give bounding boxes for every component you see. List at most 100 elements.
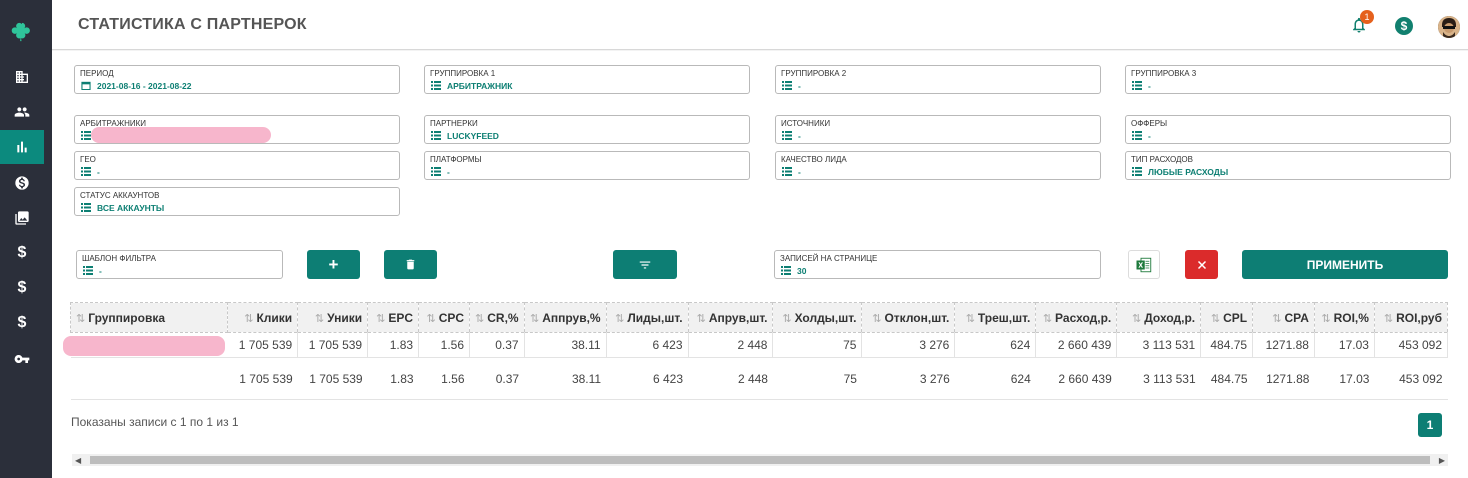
- sort-icon: ⇅: [76, 312, 86, 325]
- table-cell: 0.37: [469, 332, 525, 358]
- offers-field[interactable]: ОФФЕРЫ -: [1125, 115, 1451, 144]
- period-value: 2021-08-16 - 2021-08-22: [97, 81, 192, 91]
- balance-dollar-icon[interactable]: $: [1395, 17, 1413, 35]
- account-status-label: СТАТУС АККАУНТОВ: [80, 191, 160, 200]
- filter-template-label: ШАБЛОН ФИЛЬТРА: [82, 254, 156, 263]
- key-icon[interactable]: [0, 342, 44, 376]
- geo-field[interactable]: ГЕО -: [74, 151, 400, 180]
- expense-type-field[interactable]: ТИП РАСХОДОВ ЛЮБЫЕ РАСХОДЫ: [1125, 151, 1451, 180]
- scroll-left-icon[interactable]: ◀: [75, 456, 81, 465]
- partners-field[interactable]: ПАРТНЕРКИ LUCKYFEED: [424, 115, 750, 144]
- group3-field[interactable]: ГРУППИРОВКА 3 -: [1125, 65, 1451, 94]
- group2-field[interactable]: ГРУППИРОВКА 2 -: [775, 65, 1101, 94]
- column-header[interactable]: ⇅ Аппрув,%: [523, 302, 607, 333]
- table-cell: 17.03: [1314, 332, 1375, 358]
- stats-table: ⇅ Группировка ⇅ Клики ⇅ Уники ⇅ EPC ⇅ CPC ⇅ CR…: [62, 302, 1449, 400]
- users-icon[interactable]: [0, 95, 44, 129]
- filter-template-field[interactable]: ШАБЛОН ФИЛЬТРА -: [76, 250, 283, 279]
- sort-icon: ⇅: [965, 312, 975, 325]
- list-icon: [81, 167, 91, 176]
- records-per-page-field[interactable]: ЗАПИСЕЙ НА СТРАНИЦЕ 30: [774, 250, 1101, 279]
- column-header[interactable]: ⇅ Уники: [297, 302, 369, 333]
- table-cell: 1 705 539: [227, 357, 298, 400]
- account-status-field[interactable]: СТАТУС АККАУНТОВ ВСЕ АККАУНТЫ: [74, 187, 400, 216]
- apply-button[interactable]: ПРИМЕНИТЬ: [1242, 250, 1448, 279]
- table-cell: 1 705 539: [227, 332, 299, 358]
- table-row: 1 705 539 1 705 539 1.83 1.56 0.37 38.11…: [62, 332, 1449, 358]
- trash-icon: [406, 259, 415, 270]
- close-icon: [1197, 260, 1206, 269]
- sort-icon: ⇅: [1272, 312, 1282, 325]
- avatar[interactable]: [1438, 16, 1460, 38]
- sort-icon: ⇅: [1321, 312, 1331, 325]
- dollar-icon[interactable]: $: [0, 236, 44, 270]
- dollar-circle-icon[interactable]: [0, 166, 44, 200]
- column-header[interactable]: ⇅ ROI,%: [1313, 302, 1375, 333]
- records-per-page-label: ЗАПИСЕЙ НА СТРАНИЦЕ: [780, 254, 878, 263]
- horizontal-scrollbar[interactable]: ◀ ▶: [72, 454, 1448, 466]
- column-header[interactable]: ⇅ EPC: [367, 302, 420, 333]
- column-header[interactable]: ⇅ ROI,руб: [1373, 302, 1449, 333]
- partners-value: LUCKYFEED: [447, 131, 499, 141]
- column-header[interactable]: ⇅ Холды,шт.: [772, 302, 863, 333]
- list-icon: [1132, 81, 1142, 90]
- column-header[interactable]: ⇅ CPC: [418, 302, 471, 333]
- column-header[interactable]: ⇅ Лиды,шт.: [605, 302, 689, 333]
- page-button-1[interactable]: 1: [1418, 413, 1442, 437]
- table-cell: 1.83: [367, 357, 419, 400]
- list-icon: [782, 131, 792, 140]
- add-template-button[interactable]: +: [307, 250, 360, 279]
- column-header[interactable]: ⇅ CPL: [1200, 302, 1254, 333]
- group1-value: АРБИТРАЖНИК: [447, 81, 513, 91]
- filter-toggle-button[interactable]: [613, 250, 677, 279]
- building-icon[interactable]: [0, 60, 44, 94]
- column-header[interactable]: ⇅ Треш,шт.: [954, 302, 1037, 333]
- gallery-icon[interactable]: [0, 201, 44, 235]
- partners-label: ПАРТНЕРКИ: [430, 119, 478, 128]
- page-title: СТАТИСТИКА С ПАРТНЕРОК: [78, 16, 307, 33]
- clover-logo-icon[interactable]: [0, 14, 44, 50]
- sources-value: -: [798, 131, 801, 141]
- platforms-field[interactable]: ПЛАТФОРМЫ -: [424, 151, 750, 180]
- group2-value: -: [798, 81, 801, 91]
- filter-icon: [639, 261, 651, 268]
- column-header[interactable]: ⇅ Группировка: [69, 302, 229, 333]
- table-cell: 453 092: [1374, 332, 1449, 358]
- column-header[interactable]: ⇅ Отклон,шт.: [861, 302, 956, 333]
- excel-icon: [1136, 257, 1152, 272]
- geo-value: -: [97, 167, 100, 177]
- sort-icon: ⇅: [1132, 312, 1142, 325]
- main-content: ПЕРИОД 2021-08-16 - 2021-08-22 ГРУППИРОВ…: [52, 51, 1468, 478]
- sources-field[interactable]: ИСТОЧНИКИ -: [775, 115, 1101, 144]
- delete-template-button[interactable]: [384, 250, 437, 279]
- column-header[interactable]: ⇅ CPA: [1252, 302, 1315, 333]
- pagination-info: Показаны записи с 1 по 1 из 1: [71, 415, 239, 429]
- column-header[interactable]: ⇅ Клики: [227, 302, 299, 333]
- table-cell: 1.56: [418, 332, 471, 358]
- column-header[interactable]: ⇅ CR,%: [469, 302, 525, 333]
- column-header[interactable]: ⇅ Доход,р.: [1116, 302, 1202, 333]
- table-cell: 1271.88: [1252, 332, 1315, 358]
- group1-field[interactable]: ГРУППИРОВКА 1 АРБИТРАЖНИК: [424, 65, 750, 94]
- scroll-right-icon[interactable]: ▶: [1439, 456, 1445, 465]
- period-field[interactable]: ПЕРИОД 2021-08-16 - 2021-08-22: [74, 65, 400, 94]
- scroll-thumb[interactable]: [90, 456, 1430, 464]
- reset-filters-button[interactable]: [1185, 250, 1218, 279]
- table-cell: 1 705 539: [297, 332, 369, 358]
- list-icon: [1132, 131, 1142, 140]
- column-header[interactable]: ⇅ Апрув,шт.: [687, 302, 774, 333]
- table-cell: 624: [954, 357, 1036, 400]
- table-cell: 484.75: [1200, 332, 1254, 358]
- period-label: ПЕРИОД: [80, 69, 114, 78]
- bar-chart-icon[interactable]: [0, 130, 44, 164]
- dollar-icon[interactable]: $: [0, 306, 44, 340]
- export-excel-button[interactable]: [1128, 250, 1160, 279]
- group3-value: -: [1148, 81, 1151, 91]
- table-cell: 3 276: [861, 332, 956, 358]
- dollar-icon[interactable]: $: [0, 271, 44, 305]
- arbitrators-field[interactable]: АРБИТРАЖНИКИ: [74, 115, 400, 144]
- table-cell: 624: [954, 332, 1037, 358]
- lead-quality-field[interactable]: КАЧЕСТВО ЛИДА -: [775, 151, 1101, 180]
- column-header[interactable]: ⇅ Расход,р.: [1035, 302, 1118, 333]
- sort-icon: ⇅: [426, 312, 436, 325]
